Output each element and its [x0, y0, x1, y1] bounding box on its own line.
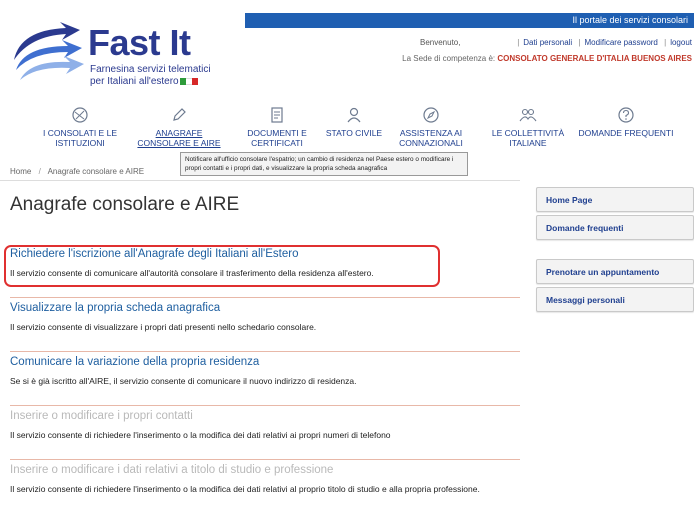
- divider: [0, 180, 520, 181]
- nav-label: I CONSOLATI E LE: [42, 128, 117, 138]
- nav-label: CONNAZIONALI: [399, 138, 463, 148]
- nav-label: ANAGRAFE: [155, 128, 203, 138]
- service-item: Comunicare la variazione della propria r…: [10, 352, 520, 406]
- nav-item-documenti[interactable]: DOCUMENTI E CERTIFICATI: [238, 106, 316, 148]
- highlight-box: [4, 245, 440, 287]
- nav-label: DOMANDE FREQUENTI: [578, 128, 674, 138]
- sidebar-home-button[interactable]: Home Page: [536, 187, 694, 212]
- nav-item-assistenza[interactable]: ASSISTENZA AI CONNAZIONALI: [394, 106, 468, 148]
- service-item: Visualizzare la propria scheda anagrafic…: [10, 298, 520, 352]
- nav-item-consolati[interactable]: I CONSOLATI E LE ISTITUZIONI: [40, 106, 120, 148]
- person-icon: [347, 107, 361, 123]
- sede-info: La Sede di competenza è: CONSOLATO GENER…: [402, 54, 692, 63]
- logo-arrows-icon: [14, 22, 84, 80]
- pencil-icon: [173, 108, 186, 121]
- nav-item-faq[interactable]: DOMANDE FREQUENTI: [576, 106, 676, 138]
- sede-label: La Sede di competenza è:: [402, 54, 496, 63]
- main-nav: I CONSOLATI E LE ISTITUZIONI ANAGRAFE CO…: [0, 106, 694, 158]
- service-description: Il servizio consente di richiedere l'ins…: [10, 430, 391, 440]
- nav-label: CONSOLARE E AIRE: [137, 138, 221, 148]
- people-icon: [519, 108, 537, 122]
- sidebar-faq-button[interactable]: Domande frequenti: [536, 215, 694, 240]
- logout-link[interactable]: logout: [670, 38, 692, 47]
- nav-item-anagrafe[interactable]: ANAGRAFE CONSOLARE E AIRE: [136, 106, 222, 148]
- globe-icon: [72, 107, 88, 123]
- nav-label: ISTITUZIONI: [55, 138, 105, 148]
- nav-item-collettivita[interactable]: LE COLLETTIVITÀ ITALIANE: [488, 106, 568, 148]
- italian-flag-icon: [180, 78, 198, 85]
- service-description: Il servizio consente di visualizzare i p…: [10, 322, 317, 332]
- compass-icon: [423, 107, 439, 123]
- service-item: Inserire o modificare i propri contatti …: [10, 406, 520, 460]
- sidebar-appointment-button[interactable]: Prenotare un appuntamento: [536, 259, 694, 284]
- service-item: Inserire o modificare i dati relativi a …: [10, 460, 520, 518]
- portal-banner: Il portale dei servizi consolari: [245, 13, 694, 28]
- nav-label: STATO CIVILE: [325, 128, 383, 138]
- service-link-scheda[interactable]: Visualizzare la propria scheda anagrafic…: [10, 302, 520, 314]
- service-description: Il servizio consente di richiedere l'ins…: [10, 484, 480, 494]
- nav-label: DOCUMENTI E: [247, 128, 307, 138]
- document-icon: [271, 107, 283, 123]
- breadcrumb-home[interactable]: Home: [10, 167, 31, 176]
- page-title: Anagrafe consolare e AIRE: [10, 194, 240, 215]
- logo-subtitle: per Italiani all'estero: [90, 76, 179, 87]
- personal-data-link[interactable]: Dati personali: [523, 38, 572, 47]
- change-password-link[interactable]: Modificare password: [585, 38, 658, 47]
- breadcrumb-separator: /: [38, 167, 41, 176]
- nav-label: ASSISTENZA AI: [399, 128, 463, 138]
- sidebar: Home Page Domande frequenti Prenotare un…: [536, 187, 694, 315]
- service-description: Se si è già iscritto all'AIRE, il serviz…: [10, 376, 357, 386]
- question-icon: [618, 107, 634, 123]
- welcome-text: Benvenuto,: [420, 38, 461, 47]
- nav-item-stato-civile[interactable]: STATO CIVILE: [322, 106, 386, 138]
- nav-label: CERTIFICATI: [251, 138, 303, 148]
- nav-label: ITALIANE: [509, 138, 547, 148]
- service-link-studio: Inserire o modificare i dati relativi a …: [10, 464, 334, 476]
- breadcrumb: Home / Anagrafe consolare e AIRE: [10, 167, 144, 176]
- sede-value: CONSOLATO GENERALE D'ITALIA BUENOS AIRES: [497, 54, 692, 63]
- nav-label: LE COLLETTIVITÀ: [491, 128, 565, 138]
- logo-title: Fast It: [88, 22, 191, 63]
- sidebar-messages-button[interactable]: Messaggi personali: [536, 287, 694, 312]
- logo-subtitle: Farnesina servizi telematici: [90, 64, 211, 75]
- user-links: | Dati personali | Modificare password | lo…: [517, 38, 692, 47]
- service-link-residenza[interactable]: Comunicare la variazione della propria r…: [10, 356, 520, 368]
- nav-tooltip: Notificare all'ufficio consolare l'espat…: [180, 152, 468, 176]
- fast-it-logo[interactable]: Fast It Farnesina servizi telematici per…: [10, 20, 211, 90]
- breadcrumb-current: Anagrafe consolare e AIRE: [47, 167, 145, 176]
- service-link-contatti: Inserire o modificare i propri contatti: [10, 410, 193, 422]
